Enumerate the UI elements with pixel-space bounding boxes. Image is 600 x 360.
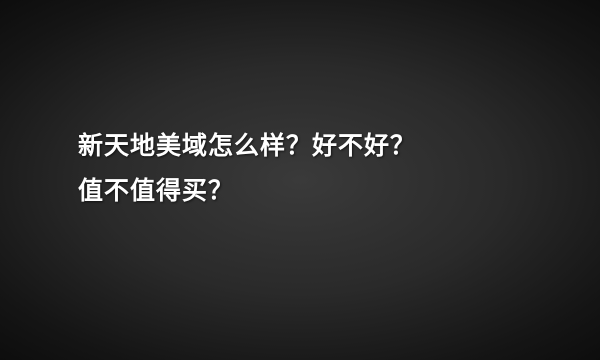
thumbnail-canvas: 新天地美域怎么样？好不好？ 值不值得买？ xyxy=(0,0,600,360)
headline-text: 新天地美域怎么样？好不好？ 值不值得买？ xyxy=(78,123,528,213)
headline-line-1: 新天地美域怎么样？好不好？ xyxy=(78,131,417,160)
headline-line-2: 值不值得买？ xyxy=(78,176,235,205)
